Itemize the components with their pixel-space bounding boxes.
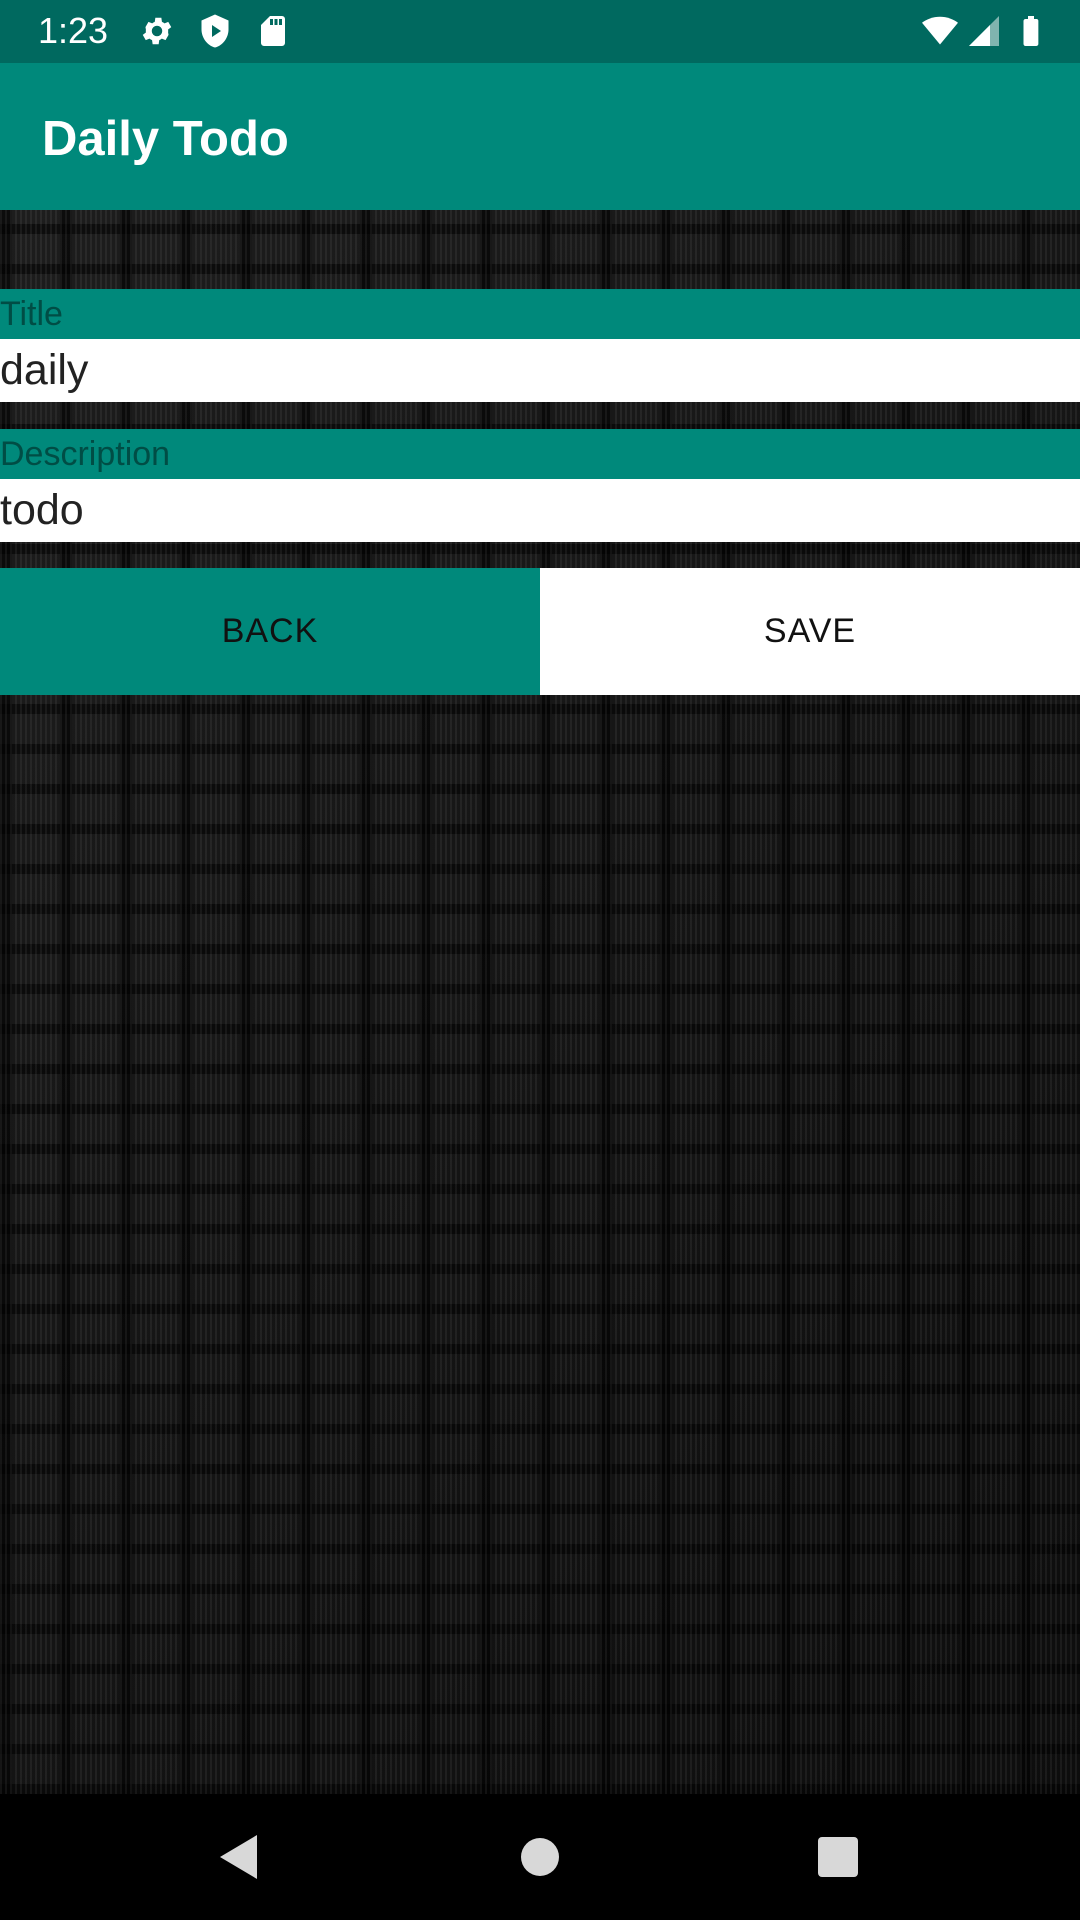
- status-bar: 1:23: [0, 0, 1080, 63]
- shield-icon: [201, 14, 229, 48]
- title-input[interactable]: [0, 339, 1080, 402]
- app-title: Daily Todo: [42, 112, 289, 166]
- recents-icon[interactable]: [808, 1827, 868, 1887]
- navigation-bar: [0, 1794, 1080, 1920]
- save-button[interactable]: SAVE: [540, 568, 1080, 695]
- back-icon[interactable]: [210, 1827, 270, 1887]
- home-icon[interactable]: [510, 1827, 570, 1887]
- save-button-label: SAVE: [763, 612, 857, 650]
- signal-icon: [969, 16, 999, 46]
- description-label-bar: Description: [0, 429, 1080, 479]
- title-label: Title: [0, 295, 63, 333]
- title-label-bar: Title: [0, 289, 1080, 339]
- settings-icon: [142, 17, 172, 45]
- back-button[interactable]: BACK: [0, 568, 540, 695]
- app-bar: Daily Todo: [0, 63, 1080, 210]
- wifi-icon: [922, 16, 958, 45]
- sd-card-icon: [261, 16, 285, 46]
- status-time: 1:23: [38, 10, 109, 51]
- description-label: Description: [0, 435, 171, 473]
- battery-icon: [1023, 16, 1039, 46]
- back-button-label: BACK: [221, 612, 319, 650]
- description-input[interactable]: [0, 479, 1080, 542]
